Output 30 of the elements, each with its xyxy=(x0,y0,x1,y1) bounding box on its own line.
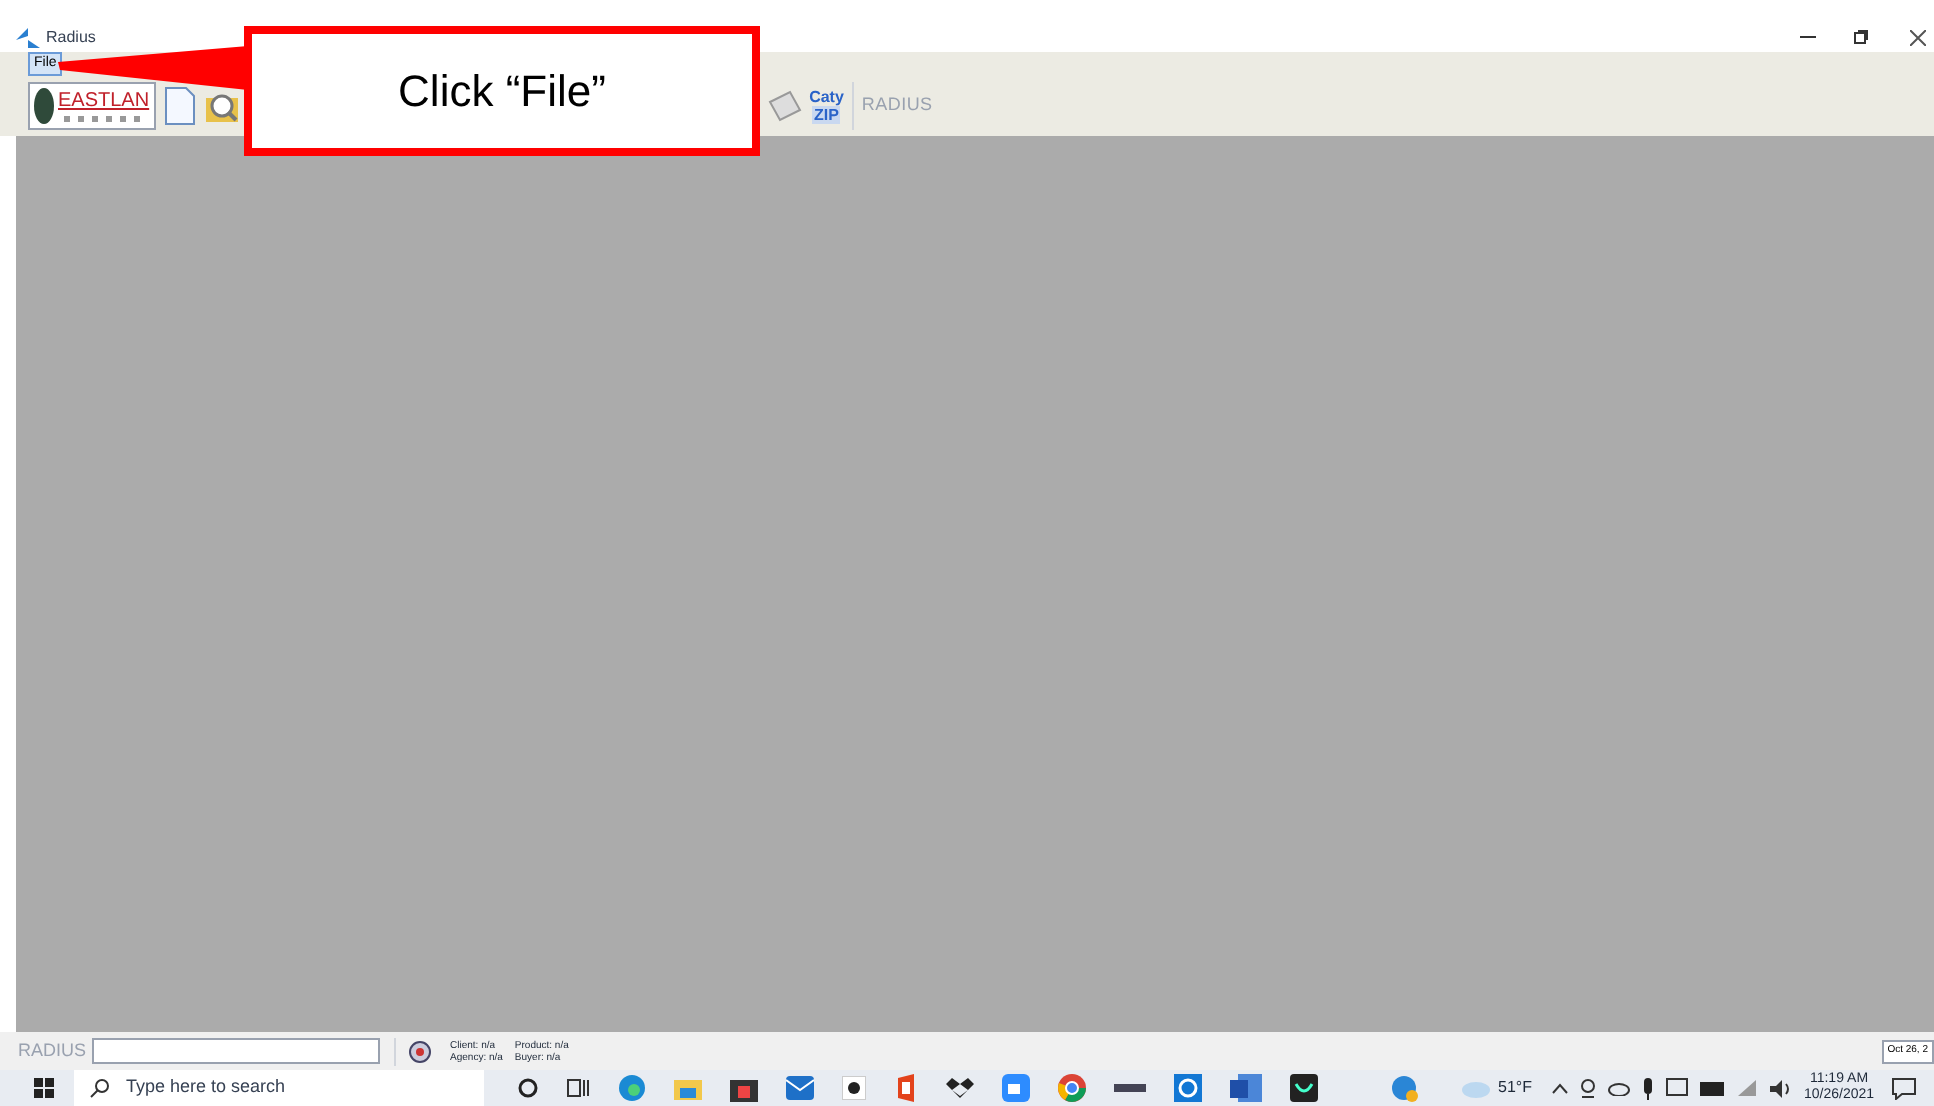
chrome-icon[interactable] xyxy=(1058,1074,1086,1102)
word-icon[interactable] xyxy=(1230,1074,1262,1102)
brand-logo: RADIUS xyxy=(861,92,933,119)
search-field[interactable]: Type here to search xyxy=(74,1070,484,1106)
mail-icon[interactable] xyxy=(786,1076,814,1100)
search-icon[interactable] xyxy=(408,1039,433,1063)
video-call-icon[interactable] xyxy=(1002,1074,1030,1102)
notification-icon[interactable] xyxy=(1892,1077,1917,1099)
office-icon[interactable] xyxy=(894,1074,918,1102)
cortana-icon[interactable] xyxy=(518,1078,538,1098)
app-logo-icon xyxy=(16,27,40,47)
weather-text[interactable]: 51°F xyxy=(1498,1076,1532,1100)
document-icon[interactable] xyxy=(163,86,196,126)
brand-logo: RADIUS xyxy=(18,1037,87,1064)
zip-button[interactable]: Caty ZIP xyxy=(809,88,844,124)
monitor-icon[interactable] xyxy=(1665,1078,1688,1098)
task-view-icon[interactable] xyxy=(566,1078,590,1098)
chevron-up-icon[interactable] xyxy=(1551,1082,1568,1094)
window-title: Radius xyxy=(46,25,96,49)
folder-icon[interactable] xyxy=(674,1076,702,1100)
input-field[interactable] xyxy=(92,1038,381,1064)
microphone-icon[interactable] xyxy=(1641,1077,1654,1099)
callout-box: Click “File” xyxy=(244,26,760,156)
search-icon xyxy=(90,1078,110,1098)
company-logo: EASTLAN xyxy=(28,82,156,130)
minimize-icon[interactable] xyxy=(1800,35,1816,39)
start-icon[interactable] xyxy=(34,1078,54,1098)
close-icon[interactable] xyxy=(1910,29,1926,45)
speaker-icon[interactable] xyxy=(1769,1079,1792,1097)
restore-icon[interactable] xyxy=(1854,30,1868,44)
